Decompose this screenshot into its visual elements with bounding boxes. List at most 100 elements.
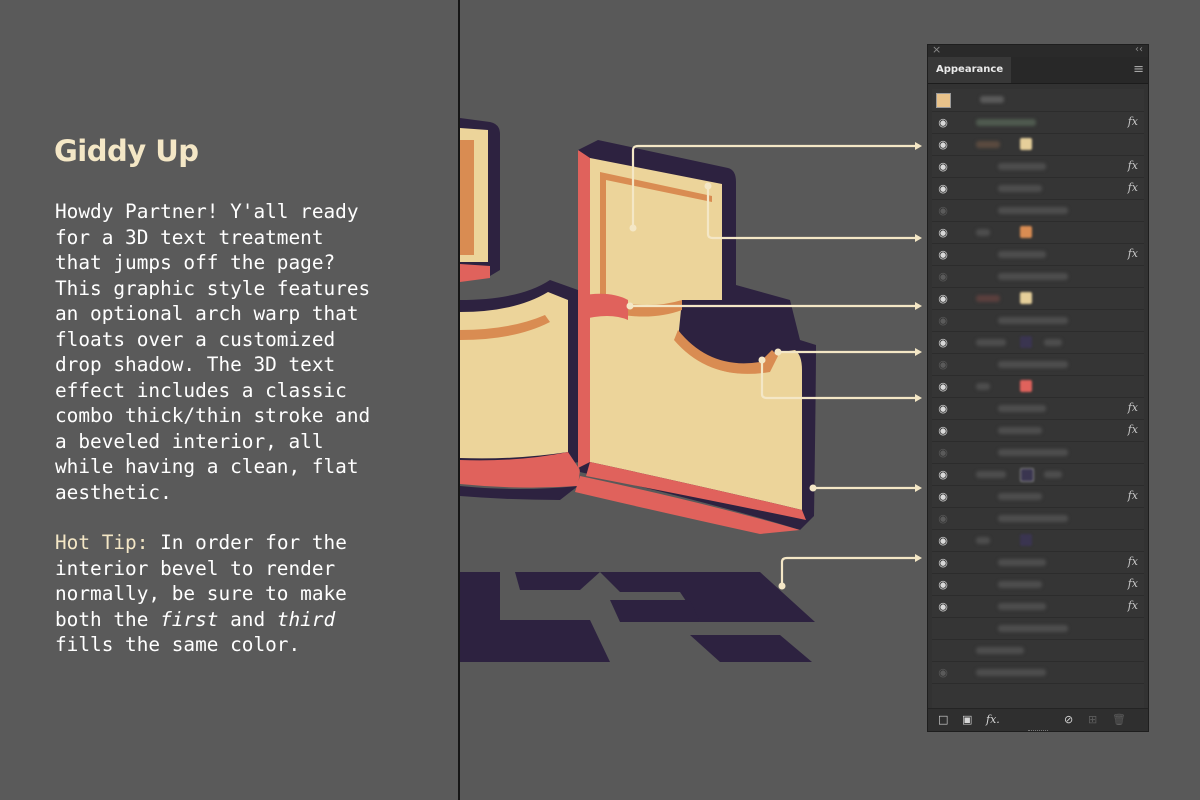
stroke-swatch[interactable] — [1020, 336, 1032, 348]
visibility-eye-icon[interactable]: ◉ — [936, 160, 950, 174]
appearance-row[interactable]: ◉ — [932, 354, 1144, 376]
fill-swatch[interactable] — [1020, 138, 1032, 150]
visibility-eye-icon[interactable]: ◉ — [936, 270, 950, 284]
add-effect-fx-icon[interactable]: fx. — [986, 713, 1000, 727]
redacted-label — [976, 471, 1006, 478]
visibility-eye-icon[interactable]: ◉ — [936, 336, 950, 350]
stroke-swatch[interactable] — [1020, 468, 1034, 482]
redacted-label — [998, 559, 1046, 566]
appearance-row[interactable]: ◉ fx — [932, 486, 1144, 508]
redacted-label — [998, 625, 1068, 632]
appearance-row[interactable]: ◉ fx — [932, 552, 1144, 574]
fx-icon[interactable]: fx — [1128, 489, 1138, 502]
appearance-row[interactable]: ◉ fx — [932, 420, 1144, 442]
description-line: while having a clean, flat — [55, 455, 359, 478]
fx-icon[interactable]: fx — [1128, 159, 1138, 172]
appearance-row[interactable] — [932, 640, 1144, 662]
appearance-row[interactable]: ◉ — [932, 200, 1144, 222]
visibility-eye-icon[interactable]: ◉ — [936, 380, 950, 394]
fx-icon[interactable]: fx — [1128, 247, 1138, 260]
redacted-label — [998, 361, 1068, 368]
collapse-icon[interactable]: ‹‹ — [1135, 43, 1143, 57]
redacted-label — [976, 229, 990, 236]
tab-appearance[interactable]: Appearance — [928, 57, 1012, 83]
appearance-row[interactable]: ◉ fx — [932, 112, 1144, 134]
visibility-eye-icon[interactable]: ◉ — [936, 138, 950, 152]
fill-swatch[interactable] — [1020, 534, 1032, 546]
appearance-row[interactable]: ◉ fx — [932, 156, 1144, 178]
clear-appearance-icon[interactable]: ⊘ — [1064, 713, 1073, 727]
appearance-row[interactable]: ◉ — [932, 530, 1144, 552]
redacted-label — [976, 141, 1000, 148]
visibility-eye-icon[interactable]: ◉ — [936, 358, 950, 372]
fx-icon[interactable]: fx — [1128, 555, 1138, 568]
fx-icon[interactable]: fx — [1128, 401, 1138, 414]
appearance-row[interactable]: ◉ fx — [932, 596, 1144, 618]
visibility-eye-icon[interactable]: ◉ — [936, 204, 950, 218]
redacted-label — [998, 515, 1068, 522]
redacted-label — [998, 427, 1042, 434]
appearance-row[interactable]: ◉ fx — [932, 244, 1144, 266]
appearance-row[interactable]: ◉ — [932, 508, 1144, 530]
fill-swatch[interactable] — [1020, 380, 1032, 392]
redacted-label — [998, 251, 1046, 258]
fill-swatch[interactable] — [1020, 226, 1032, 238]
description-line: a beveled interior, all — [55, 429, 324, 453]
visibility-eye-icon[interactable]: ◉ — [936, 248, 950, 262]
appearance-row[interactable]: ◉ fx — [932, 574, 1144, 596]
tip-text: In order for the — [148, 531, 347, 554]
appearance-row[interactable]: ◉ — [932, 222, 1144, 244]
appearance-row[interactable]: ◉ — [932, 288, 1144, 310]
panel-menu-icon[interactable]: ≡ — [1133, 63, 1144, 76]
tip-emphasis-third: third — [276, 607, 336, 631]
appearance-row-target[interactable] — [932, 89, 1144, 112]
hot-tip: Hot Tip: In order for the interior bevel… — [55, 530, 450, 658]
add-fill-icon[interactable]: ▣ — [962, 713, 972, 727]
visibility-eye-icon[interactable]: ◉ — [936, 424, 950, 438]
appearance-row[interactable]: ◉ — [932, 442, 1144, 464]
visibility-eye-icon[interactable]: ◉ — [936, 600, 950, 614]
fx-icon[interactable]: fx — [1128, 599, 1138, 612]
fx-icon[interactable]: fx — [1128, 577, 1138, 590]
visibility-eye-icon[interactable]: ◉ — [936, 402, 950, 416]
visibility-eye-icon[interactable]: ◉ — [936, 226, 950, 240]
appearance-row[interactable]: ◉ — [932, 266, 1144, 288]
appearance-row[interactable]: ◉ — [932, 662, 1144, 684]
visibility-eye-icon[interactable]: ◉ — [936, 116, 950, 130]
fill-swatch[interactable] — [1020, 292, 1032, 304]
visibility-eye-icon[interactable]: ◉ — [936, 292, 950, 306]
appearance-row[interactable]: ◉ — [932, 134, 1144, 156]
appearance-row[interactable] — [932, 618, 1144, 640]
tip-line: normally, be sure to make — [55, 582, 347, 605]
appearance-row[interactable]: ◉ — [932, 376, 1144, 398]
fx-icon[interactable]: fx — [1128, 423, 1138, 436]
description-line: Howdy Partner! Y'all ready — [55, 200, 359, 223]
close-icon[interactable]: × — [932, 43, 941, 57]
visibility-eye-icon[interactable]: ◉ — [936, 182, 950, 196]
redacted-label — [998, 603, 1046, 610]
fx-icon[interactable]: fx — [1128, 115, 1138, 128]
visibility-eye-icon[interactable]: ◉ — [936, 666, 950, 680]
delete-item-icon[interactable]: 🗑 — [1112, 713, 1126, 727]
redacted-label — [980, 96, 1004, 103]
visibility-eye-icon[interactable]: ◉ — [936, 534, 950, 548]
visibility-eye-icon[interactable]: ◉ — [936, 556, 950, 570]
visibility-eye-icon[interactable]: ◉ — [936, 446, 950, 460]
duplicate-item-icon[interactable]: ⊞ — [1088, 713, 1097, 727]
appearance-row[interactable]: ◉ — [932, 464, 1144, 486]
appearance-row[interactable]: ◉ fx — [932, 178, 1144, 200]
appearance-row[interactable]: ◉ — [932, 332, 1144, 354]
target-thumbnail — [936, 93, 951, 108]
tip-line: interior bevel to render — [55, 556, 336, 580]
add-stroke-icon[interactable]: □ — [938, 713, 948, 727]
visibility-eye-icon[interactable]: ◉ — [936, 490, 950, 504]
appearance-row[interactable]: ◉ — [932, 310, 1144, 332]
appearance-row[interactable]: ◉ fx — [932, 398, 1144, 420]
resize-grip[interactable] — [1028, 730, 1048, 734]
visibility-eye-icon[interactable]: ◉ — [936, 314, 950, 328]
description-text: Howdy Partner! Y'all ready for a 3D text… — [55, 199, 450, 505]
visibility-eye-icon[interactable]: ◉ — [936, 578, 950, 592]
visibility-eye-icon[interactable]: ◉ — [936, 468, 950, 482]
fx-icon[interactable]: fx — [1128, 181, 1138, 194]
visibility-eye-icon[interactable]: ◉ — [936, 512, 950, 526]
